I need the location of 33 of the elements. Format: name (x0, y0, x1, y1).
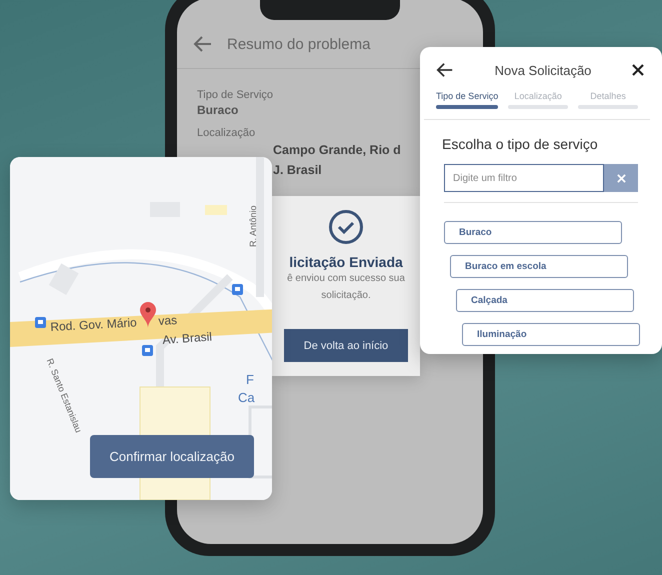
dialog-message: ê enviou com sucesso sua (287, 272, 405, 286)
dialog-title: licitação Enviada (289, 254, 403, 270)
close-icon (616, 174, 626, 182)
service-option[interactable]: Buraco em escola (450, 255, 628, 278)
field-label: Tipo de Serviço (197, 89, 274, 101)
map-pin-icon (139, 301, 157, 329)
bus-stop-icon (35, 317, 46, 328)
bus-stop-icon (142, 345, 153, 356)
road-label: Rod. Gov. Mário (50, 315, 138, 334)
step-tab[interactable]: Tipo de Serviço (436, 91, 498, 109)
check-circle-icon (329, 210, 363, 244)
back-arrow-icon[interactable] (436, 61, 454, 79)
dialog-message: solicitação. (321, 289, 371, 303)
road-label: Av. Brasil (162, 330, 212, 347)
address-text: J. Brasil (273, 162, 322, 179)
section-heading: Escolha o tipo de serviço (441, 135, 599, 152)
card-title: Nova Solicitação (494, 62, 592, 78)
filter-input[interactable]: Digite um filtro (444, 164, 604, 192)
bus-stop-icon (232, 284, 243, 295)
back-home-button[interactable]: De volta ao início (284, 329, 408, 362)
road-label: vas (158, 313, 178, 328)
field-value: Buraco (197, 103, 238, 117)
place-label: F (246, 372, 254, 387)
confirm-location-button[interactable]: Confirmar localização (90, 435, 254, 478)
service-option[interactable]: Iluminação (462, 323, 640, 346)
street-label: R. Antônio (248, 205, 258, 247)
address-text: Campo Grande, Rio d (273, 142, 401, 159)
screen-title: Resumo do problema (227, 36, 370, 52)
place-label: Ca (238, 390, 255, 405)
close-icon[interactable] (632, 64, 644, 76)
field-label: Localização (197, 127, 256, 139)
service-option[interactable]: Calçada (456, 289, 634, 312)
service-option[interactable]: Buraco (444, 221, 622, 244)
